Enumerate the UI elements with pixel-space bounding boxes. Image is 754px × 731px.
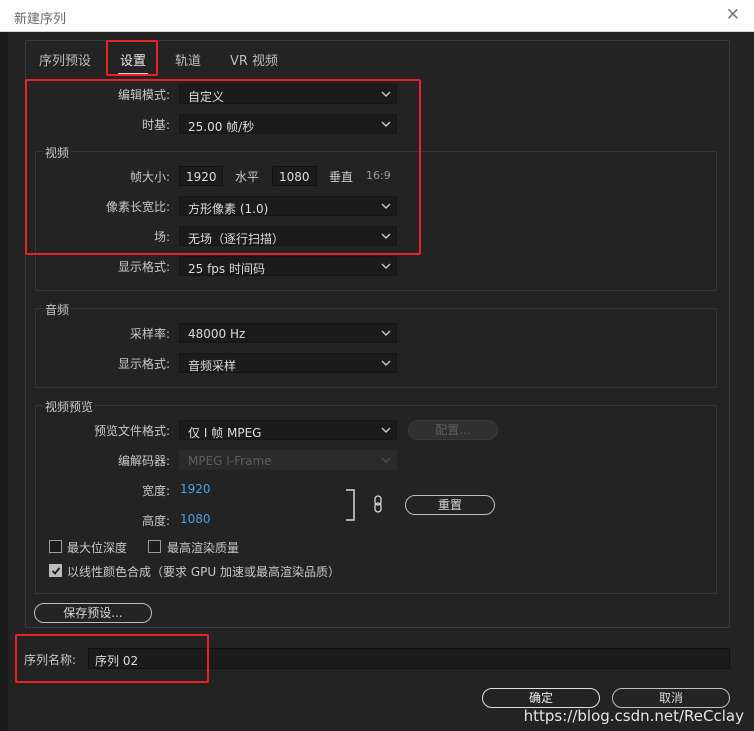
codec-select[interactable]: MPEG I-Frame [179, 450, 397, 470]
preview-file-format-value: 仅 I 帧 MPEG [188, 426, 262, 440]
fields-select[interactable]: 无场（逐行扫描） [179, 226, 397, 246]
codec-value: MPEG I-Frame [188, 454, 272, 468]
max-bit-depth-label[interactable]: 最大位深度 [67, 539, 127, 556]
bracket-icon [346, 489, 355, 521]
pixel-aspect-value: 方形像素 (1.0) [188, 202, 269, 216]
timebase-select[interactable]: 25.00 帧/秒 [179, 114, 397, 134]
chevron-down-icon [381, 427, 391, 433]
sample-rate-label: 采样率: [129, 327, 170, 341]
edit-mode-select[interactable]: 自定义 [179, 84, 397, 104]
codec-label: 编解码器: [117, 454, 170, 468]
tab-settings[interactable]: 设置 [117, 50, 149, 75]
chevron-down-icon [381, 233, 391, 239]
save-preset-button[interactable]: 保存预设... [34, 603, 152, 623]
linear-color-checkbox[interactable] [49, 564, 62, 577]
title-bar: 新建序列 ✕ [0, 0, 754, 32]
preview-file-format-label: 预览文件格式: [93, 424, 170, 438]
aspect-ratio-text: 16:9 [366, 169, 391, 182]
close-icon[interactable]: ✕ [726, 6, 740, 24]
audio-display-format-label: 显示格式: [117, 357, 170, 371]
preview-width-value[interactable]: 1920 [180, 482, 211, 496]
link-icon[interactable] [372, 495, 384, 513]
cancel-button[interactable]: 取消 [612, 688, 730, 708]
sample-rate-select[interactable]: 48000 Hz [179, 323, 397, 343]
video-preview-section-title: 视频预览 [43, 398, 96, 415]
chevron-down-icon [381, 360, 391, 366]
edit-mode-value: 自定义 [188, 90, 225, 104]
video-display-format-label: 显示格式: [117, 260, 170, 274]
fields-label: 场: [153, 230, 170, 244]
audio-display-format-select[interactable]: 音频采样 [179, 353, 397, 373]
frame-height-unit: 垂直 [329, 170, 354, 184]
preview-height-value[interactable]: 1080 [180, 512, 211, 526]
sequence-name-input[interactable]: 序列 02 [88, 648, 730, 669]
frame-height-input[interactable]: 1080 [272, 166, 317, 186]
watermark-text: https://blog.csdn.net/ReCclay [523, 707, 744, 725]
timebase-value: 25.00 帧/秒 [188, 120, 255, 134]
video-display-format-value: 25 fps 时间码 [188, 262, 265, 276]
chevron-down-icon [381, 203, 391, 209]
window-title: 新建序列 [14, 12, 67, 27]
max-render-quality-checkbox[interactable] [148, 540, 161, 553]
checkmark-icon [51, 567, 61, 575]
reset-button[interactable]: 重置 [405, 495, 495, 515]
video-section-title: 视频 [43, 144, 72, 161]
audio-group [35, 308, 717, 388]
frame-width-unit: 水平 [235, 170, 260, 184]
preview-height-label: 高度: [141, 514, 170, 528]
chevron-down-icon [381, 330, 391, 336]
preview-width-label: 宽度: [141, 484, 170, 498]
tab-sequence-presets[interactable]: 序列预设 [39, 50, 91, 69]
max-bit-depth-checkbox[interactable] [49, 540, 62, 553]
preview-file-format-select[interactable]: 仅 I 帧 MPEG [179, 420, 397, 440]
tab-tracks[interactable]: 轨道 [175, 50, 201, 69]
chevron-down-icon [381, 457, 391, 463]
edit-mode-label: 编辑模式: [117, 88, 170, 102]
frame-size-label: 帧大小: [129, 170, 170, 184]
chevron-down-icon [381, 91, 391, 97]
sample-rate-value: 48000 Hz [188, 327, 246, 341]
audio-section-title: 音频 [43, 301, 72, 318]
tab-vr-video[interactable]: VR 视频 [230, 50, 278, 69]
configure-button[interactable]: 配置... [408, 420, 498, 440]
chevron-down-icon [381, 121, 391, 127]
video-display-format-select[interactable]: 25 fps 时间码 [179, 256, 397, 276]
pixel-aspect-select[interactable]: 方形像素 (1.0) [179, 196, 397, 216]
background-strip [0, 32, 8, 731]
pixel-aspect-label: 像素长宽比: [105, 200, 170, 214]
ok-button[interactable]: 确定 [482, 688, 600, 708]
frame-width-input[interactable]: 1920 [179, 166, 223, 186]
sequence-name-label: 序列名称: [24, 653, 77, 667]
max-render-quality-label[interactable]: 最高渲染质量 [167, 539, 239, 556]
fields-value: 无场（逐行扫描） [188, 232, 285, 246]
audio-display-format-value: 音频采样 [188, 359, 237, 373]
chevron-down-icon [381, 263, 391, 269]
linear-color-label[interactable]: 以线性颜色合成（要求 GPU 加速或最高渲染品质） [67, 563, 340, 580]
timebase-label: 时基: [141, 118, 170, 132]
